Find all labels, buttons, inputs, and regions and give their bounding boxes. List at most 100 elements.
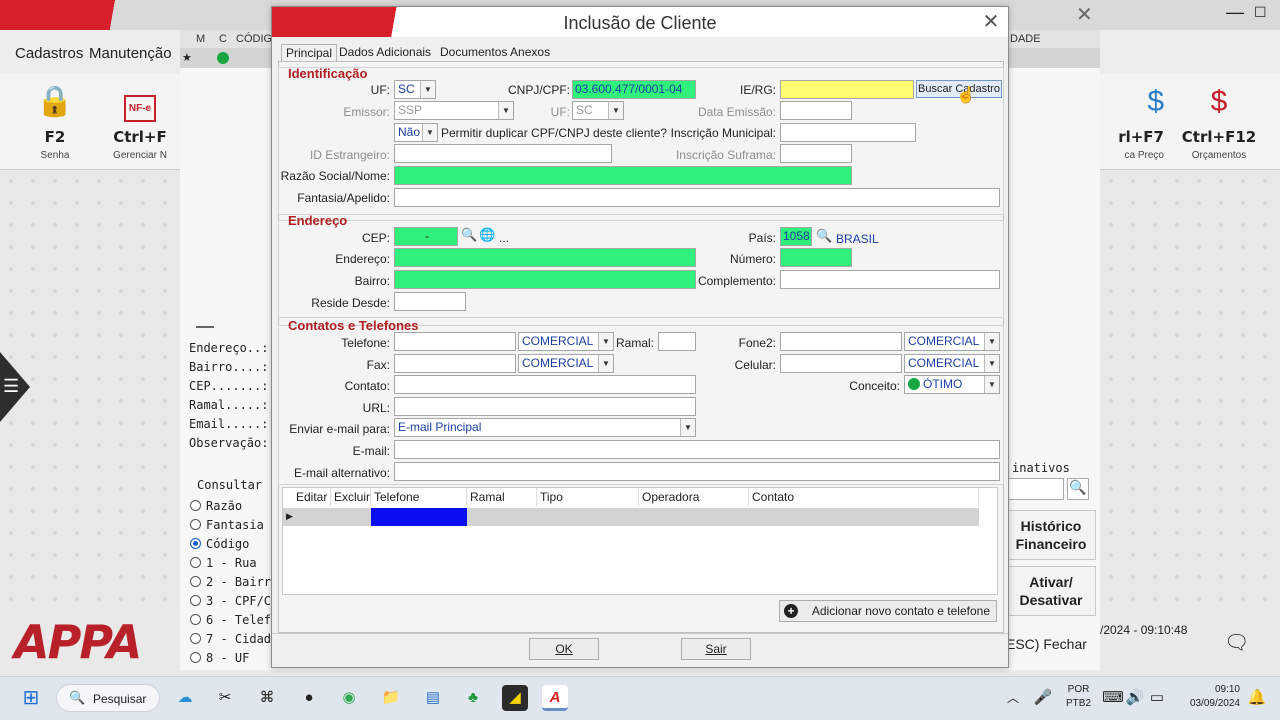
search-icon[interactable]: 🔍 xyxy=(461,227,477,243)
minimize-icon[interactable]: — xyxy=(1226,2,1244,23)
endereco-input[interactable] xyxy=(394,248,696,267)
folder-icon[interactable]: 📁 xyxy=(378,685,404,711)
celular-tipo-select[interactable]: COMERCIAL ▼ xyxy=(904,354,1000,373)
tool-preco[interactable]: $ rl+F7 ca Preço xyxy=(1100,80,1164,161)
col-operadora[interactable]: Operadora xyxy=(639,488,749,506)
ok-button[interactable]: OK xyxy=(529,638,599,660)
id-estrangeiro-input[interactable] xyxy=(394,144,612,163)
windows-start-icon[interactable]: ⊞ xyxy=(18,685,44,711)
emissor-select[interactable]: SSP ▼ xyxy=(394,101,514,120)
search-icon[interactable]: 🔍 xyxy=(816,228,832,244)
telefone-input[interactable] xyxy=(394,332,516,351)
battery-icon[interactable]: ▭ xyxy=(1144,685,1170,711)
radio-uf[interactable]: 8 - UF xyxy=(190,648,272,667)
conceito-select[interactable]: ÓTIMO ▼ xyxy=(904,375,1000,394)
fax-tipo-select[interactable]: COMERCIAL ▼ xyxy=(518,354,614,373)
col-excluir[interactable]: Excluir xyxy=(331,488,371,506)
globe-icon[interactable]: 🌐 xyxy=(479,227,495,243)
celular-input[interactable] xyxy=(780,354,902,373)
uf-select[interactable]: SC ▼ xyxy=(394,80,436,99)
widgets-icon[interactable]: ☁ xyxy=(172,685,198,711)
tool-orcamentos[interactable]: $ Ctrl+F12 Orçamentos xyxy=(1164,80,1274,161)
evernote-icon[interactable]: ♣ xyxy=(460,685,486,711)
microphone-icon[interactable]: 🎤 xyxy=(1030,685,1056,711)
appa-taskbar-icon[interactable]: A xyxy=(542,685,568,711)
radio-cidade[interactable]: 7 - Cidad xyxy=(190,629,272,648)
menu-manutencao[interactable]: Manutenção xyxy=(89,45,172,62)
bg-close-icon[interactable]: ✕ xyxy=(1076,2,1093,27)
tool-senha[interactable]: 🔒 F2 Senha xyxy=(0,80,110,161)
complemento-input[interactable] xyxy=(780,270,1000,289)
add-contact-button[interactable]: + Adicionar novo contato e telefone xyxy=(779,600,997,622)
contatos-header: Contatos e Telefones xyxy=(288,318,419,333)
fantasia-input[interactable] xyxy=(394,188,1000,207)
pais-code-input[interactable]: 1058 xyxy=(780,227,812,246)
maximize-icon[interactable]: ☐ xyxy=(1254,4,1267,21)
bg-search-input[interactable] xyxy=(1008,478,1064,500)
url-input[interactable] xyxy=(394,397,696,416)
enviar-email-select[interactable]: E-mail Principal ▼ xyxy=(394,418,696,437)
close-icon[interactable]: ✕ xyxy=(978,10,1004,34)
reside-desde-input[interactable] xyxy=(394,292,466,311)
contato-input[interactable] xyxy=(394,375,696,394)
snipping-icon[interactable]: ✂ xyxy=(212,685,238,711)
fechar-button[interactable]: ESC) Fechar xyxy=(1006,636,1087,652)
search-icon[interactable]: 🔍 xyxy=(1067,478,1089,500)
ativar-desativar-button[interactable]: Ativar/ Desativar xyxy=(1006,566,1096,616)
razao-input[interactable] xyxy=(394,166,852,185)
fone2-tipo-select[interactable]: COMERCIAL ▼ xyxy=(904,332,1000,351)
chat-icon[interactable]: 🗨 xyxy=(1224,630,1249,655)
radio-bairro[interactable]: 2 - Bairr xyxy=(190,572,272,591)
apps-icon[interactable]: ⌘ xyxy=(254,685,280,711)
sair-button[interactable]: Sair xyxy=(681,638,751,660)
radio-razao[interactable]: Razão xyxy=(190,496,272,515)
tab-documentos-anexos[interactable]: Documentos Anexos xyxy=(436,44,554,62)
bairro-input[interactable] xyxy=(394,270,696,289)
radio-telefone[interactable]: 6 - Telef xyxy=(190,610,272,629)
notepad-icon[interactable]: ▤ xyxy=(420,685,446,711)
email-label: E-mail: xyxy=(352,444,390,458)
clock[interactable]: 09:10 03/09/2024 xyxy=(1180,684,1240,709)
radio-codigo[interactable]: Código xyxy=(190,534,272,553)
cep-more-button[interactable]: ... xyxy=(499,231,509,245)
insc-municipal-input[interactable] xyxy=(780,123,916,142)
numero-input[interactable] xyxy=(780,248,852,267)
ramal-input[interactable] xyxy=(658,332,696,351)
tool-nfe[interactable]: NF-e Ctrl+F Gerenciar N xyxy=(100,80,180,161)
historico-financeiro-button[interactable]: Histórico Financeiro xyxy=(1006,510,1096,560)
language-indicator[interactable]: POR PTB2 xyxy=(1066,684,1091,709)
email-input[interactable] xyxy=(394,440,1000,459)
taskbar-search[interactable]: 🔍 Pesquisar xyxy=(56,684,160,712)
cep-input[interactable]: - xyxy=(394,227,458,246)
col-contato[interactable]: Contato xyxy=(749,488,979,506)
fax-input[interactable] xyxy=(394,354,516,373)
fone2-input[interactable] xyxy=(780,332,902,351)
ie-input[interactable] xyxy=(780,80,914,99)
cnpj-input[interactable]: 03.600.477/0001-04 xyxy=(572,80,696,99)
col-editar[interactable]: Editar xyxy=(293,488,331,506)
col-tipo[interactable]: Tipo xyxy=(537,488,639,506)
menu-cadastros[interactable]: Cadastros xyxy=(15,45,83,62)
chrome-icon[interactable]: ◉ xyxy=(336,685,362,711)
radio-fantasia[interactable]: Fantasia xyxy=(190,515,272,534)
tab-dados-adicionais[interactable]: Dados Adicionais xyxy=(335,44,435,62)
duplicar-select[interactable]: Não ▼ xyxy=(394,123,438,142)
numero-label: Número: xyxy=(729,252,776,266)
table-row[interactable]: ▶ xyxy=(283,508,979,526)
hamburger-icon[interactable]: ☰ xyxy=(3,376,19,397)
chevron-up-icon[interactable]: ︿ xyxy=(1000,685,1026,711)
radio-rua[interactable]: 1 - Rua xyxy=(190,553,272,572)
notification-icon[interactable]: 🔔 xyxy=(1244,685,1270,711)
uf2-select[interactable]: SC ▼ xyxy=(572,101,624,120)
telefone-tipo-select[interactable]: COMERCIAL ▼ xyxy=(518,332,614,351)
data-emissao-input[interactable] xyxy=(780,101,852,120)
selected-cell[interactable] xyxy=(371,508,467,526)
obs-icon[interactable]: ● xyxy=(296,685,322,711)
col-telefone[interactable]: Telefone xyxy=(371,488,467,506)
col-ramal[interactable]: Ramal xyxy=(467,488,537,506)
insc-suframa-input[interactable] xyxy=(780,144,852,163)
sticky-icon[interactable]: ◢ xyxy=(502,685,528,711)
tab-principal[interactable]: Principal xyxy=(281,44,338,62)
radio-cpf[interactable]: 3 - CPF/C xyxy=(190,591,272,610)
email-alt-input[interactable] xyxy=(394,462,1000,481)
